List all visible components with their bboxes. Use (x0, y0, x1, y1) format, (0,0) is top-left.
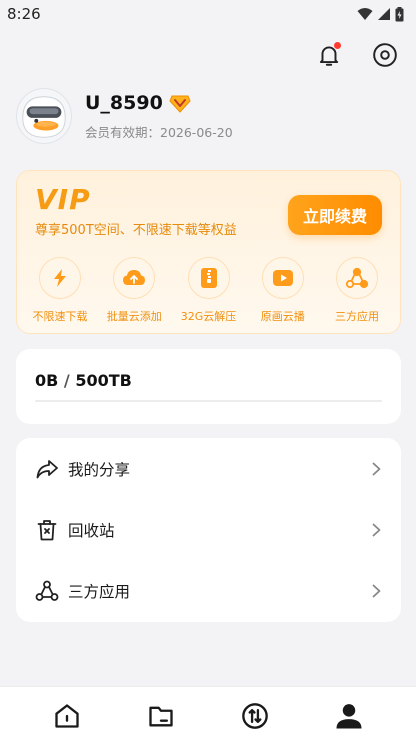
wifi-icon (357, 8, 373, 20)
cloud-upload-icon (123, 270, 146, 285)
feature-icon-wrap (39, 257, 81, 299)
storage-separator: / (63, 371, 70, 390)
zip-file-icon (200, 268, 217, 288)
vip-card: VIP 尊享500T空间、不限速下载等权益 立即续费 不限速下载 批量云添加 3… (16, 170, 401, 334)
feature-batch-cloud-add[interactable]: 批量云添加 (101, 257, 167, 324)
notification-button[interactable] (314, 40, 344, 70)
nav-profile[interactable] (329, 696, 369, 736)
bottom-nav (0, 686, 416, 749)
feature-icon-wrap (187, 257, 230, 299)
feature-label: 原画云播 (260, 310, 305, 323)
settings-button[interactable] (370, 40, 400, 70)
play-icon (272, 270, 293, 286)
trash-icon (37, 519, 57, 540)
lightning-icon (54, 269, 66, 287)
signal-icon (378, 8, 390, 20)
storage-used: 0B (35, 371, 59, 390)
storage-progress-bar (35, 400, 382, 402)
feature-unlimited-download[interactable]: 不限速下载 (27, 257, 93, 324)
menu-label: 回收站 (68, 521, 115, 540)
battery-icon (395, 6, 404, 21)
profile-icon (336, 704, 362, 729)
home-icon (55, 704, 79, 728)
feature-icon-wrap (113, 257, 156, 299)
feature-cloud-unzip[interactable]: 32G云解压 (176, 257, 242, 324)
menu-label: 三方应用 (68, 582, 131, 601)
status-time: 8:26 (7, 5, 41, 23)
notification-dot (334, 42, 341, 49)
menu-icon-wrap (35, 457, 59, 481)
chevron-right-icon (369, 523, 383, 537)
vip-features: 不限速下载 批量云添加 32G云解压 原画云播 三方应用 (17, 257, 400, 324)
nav-home[interactable] (47, 696, 87, 736)
nav-files[interactable] (141, 696, 181, 736)
share-icon (36, 459, 58, 478)
feature-label: 32G云解压 (180, 310, 237, 323)
menu-item-third-party-apps[interactable]: 三方应用 (16, 560, 401, 621)
feature-icon-wrap (261, 257, 304, 299)
feature-label: 批量云添加 (106, 310, 162, 323)
menu-icon-wrap (35, 518, 59, 542)
profile-header[interactable]: U_8590 会员有效期：2026-06-20 (16, 88, 233, 144)
connections-icon (35, 580, 59, 601)
status-bar: 8:26 (0, 0, 416, 28)
status-icons (357, 6, 404, 22)
feature-third-party-apps[interactable]: 三方应用 (324, 257, 390, 324)
storage-total: 500TB (75, 371, 132, 390)
feature-label: 不限速下载 (32, 310, 88, 323)
transfer-icon (242, 703, 268, 729)
folder-icon (149, 706, 173, 727)
renew-button[interactable]: 立即续费 (288, 195, 382, 235)
username: U_8590 (85, 91, 163, 114)
chevron-right-icon (369, 462, 383, 476)
chevron-right-icon (369, 584, 383, 598)
feature-label: 三方应用 (335, 310, 379, 323)
avatar[interactable] (16, 88, 72, 144)
menu-label: 我的分享 (68, 460, 131, 479)
menu-item-recycle-bin[interactable]: 回收站 (16, 499, 401, 560)
duck-astronaut-avatar (17, 89, 71, 143)
vip-description: 尊享500T空间、不限速下载等权益 (35, 223, 237, 238)
storage-card[interactable]: 0B / 500TB (16, 349, 401, 424)
menu-card: 我的分享 回收站 三方应用 (16, 438, 401, 622)
settings-icon (373, 43, 397, 67)
vip-badge-icon (169, 95, 191, 113)
storage-usage: 0B / 500TB (35, 371, 132, 390)
vip-title: VIP (35, 183, 91, 216)
menu-item-my-shares[interactable]: 我的分享 (16, 438, 401, 499)
membership-expiry: 会员有效期：2026-06-20 (85, 124, 233, 140)
nav-transfers[interactable] (235, 696, 275, 736)
feature-icon-wrap (336, 257, 378, 299)
connections-icon (345, 267, 369, 289)
menu-icon-wrap (35, 579, 59, 603)
topbar-actions (314, 40, 400, 70)
feature-original-playback[interactable]: 原画云播 (250, 257, 316, 324)
